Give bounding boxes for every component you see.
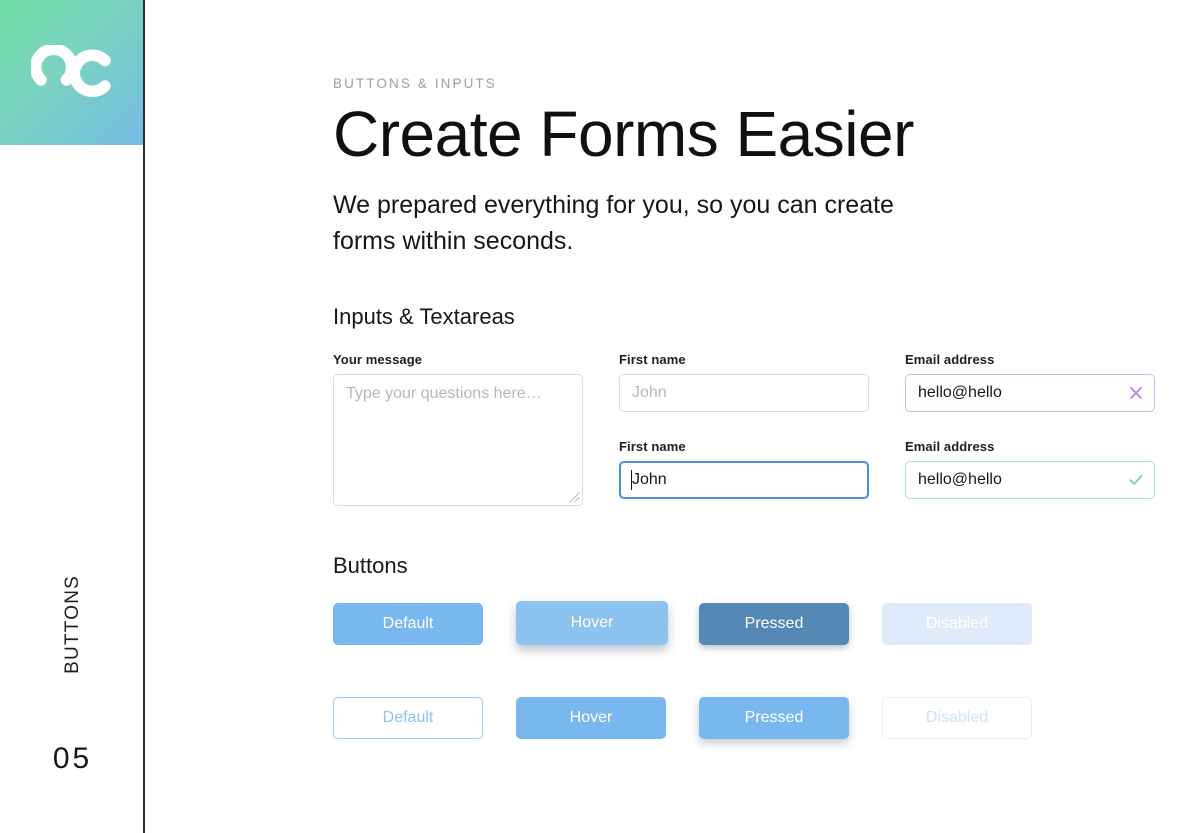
page-title: Create Forms Easier: [333, 98, 914, 170]
page-subtitle: We prepared everything for you, so you c…: [333, 191, 894, 255]
field-first-name-focused: First name: [619, 439, 869, 507]
page-root: BUTTONS 05 BUTTONS & INPUTS Create Forms…: [0, 0, 1200, 833]
first-name-focused-input-wrap: [619, 460, 869, 499]
first-name-focused-label: First name: [619, 438, 686, 454]
form-grid: First name Email address Your message: [333, 352, 1173, 507]
primary-pressed-button[interactable]: Pressed: [699, 603, 849, 646]
section-title-inputs: Inputs & Textareas: [333, 304, 515, 330]
message-textarea[interactable]: [333, 374, 583, 507]
button-cell-outline-hover: Hover: [516, 697, 699, 755]
primary-hover-button[interactable]: Hover: [516, 601, 668, 646]
button-cell-outline-disabled: Disabled: [882, 697, 1065, 755]
first-name-label: First name: [619, 352, 686, 368]
email-success-label: Email address: [905, 438, 995, 454]
button-cell-disabled: Disabled: [882, 603, 1065, 661]
message-textarea-wrap: [333, 374, 583, 507]
logo-tile: [0, 0, 145, 145]
button-row-secondary: Default Hover Pressed Disabled: [333, 697, 1173, 755]
section-title-buttons: Buttons: [333, 553, 408, 579]
email-success-input-wrap: [905, 460, 1155, 499]
field-message: Your message: [333, 352, 583, 507]
secondary-disabled-button: Disabled: [882, 697, 1032, 740]
email-error-input[interactable]: [905, 374, 1155, 413]
text-caret: [631, 469, 632, 490]
button-cell-default: Default: [333, 603, 516, 661]
button-row-primary: Default Hover Pressed Disabled: [333, 601, 1173, 661]
main-content: BUTTONS & INPUTS Create Forms Easier We …: [333, 0, 1173, 755]
uc-logo-icon: [30, 44, 111, 97]
button-cell-outline-default: Default: [333, 697, 516, 755]
rail-vertical-label: BUTTONS: [0, 575, 145, 679]
page-number: 05: [52, 742, 93, 775]
button-cell-outline-pressed: Pressed: [699, 697, 882, 755]
button-cell-pressed: Pressed: [699, 603, 882, 661]
email-error-label: Email address: [905, 352, 995, 368]
primary-default-button[interactable]: Default: [333, 603, 483, 646]
email-success-input[interactable]: [905, 460, 1155, 499]
rail-divider: [143, 0, 145, 833]
primary-disabled-button: Disabled: [882, 603, 1032, 646]
left-rail: BUTTONS 05: [0, 0, 145, 833]
email-error-input-wrap: [905, 374, 1155, 413]
field-email-error: Email address: [905, 352, 1155, 420]
button-cell-hover: Hover: [516, 601, 699, 661]
eyebrow-label: BUTTONS & INPUTS: [333, 76, 497, 91]
secondary-hover-button[interactable]: Hover: [516, 697, 666, 740]
first-name-focused-input[interactable]: [619, 460, 869, 499]
first-name-input[interactable]: [619, 374, 869, 413]
field-email-success: Email address: [905, 439, 1155, 507]
first-name-input-wrap: [619, 374, 869, 413]
message-label: Your message: [333, 352, 423, 368]
secondary-pressed-button[interactable]: Pressed: [699, 697, 849, 740]
field-first-name-placeholder: First name: [619, 352, 869, 420]
button-showcase: Default Hover Pressed Disabled Default H…: [333, 601, 1173, 755]
secondary-default-button[interactable]: Default: [333, 697, 483, 740]
rail-vertical-label-text: BUTTONS: [61, 575, 83, 674]
